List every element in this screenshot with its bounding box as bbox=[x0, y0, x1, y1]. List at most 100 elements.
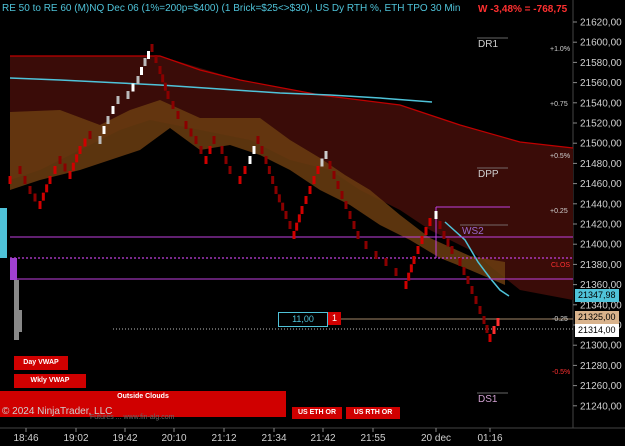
renko-brick bbox=[304, 196, 308, 204]
renko-brick bbox=[154, 55, 158, 63]
order-price-box[interactable]: 11,00 bbox=[278, 312, 328, 327]
renko-brick bbox=[33, 193, 37, 202]
renko-brick bbox=[300, 206, 304, 214]
renko-brick bbox=[106, 116, 110, 124]
renko-brick bbox=[161, 74, 165, 83]
renko-brick bbox=[409, 264, 413, 273]
renko-brick bbox=[199, 146, 203, 154]
renko-brick bbox=[136, 76, 140, 84]
price-tick-label: 21540,00 bbox=[580, 98, 622, 109]
renko-brick bbox=[320, 158, 324, 167]
renko-brick bbox=[126, 91, 130, 99]
renko-brick bbox=[147, 51, 150, 59]
pct-mark-6: -0.5% bbox=[552, 369, 571, 376]
renko-brick bbox=[450, 246, 454, 254]
renko-brick bbox=[267, 166, 271, 174]
renko-brick bbox=[312, 176, 316, 184]
renko-brick bbox=[428, 218, 432, 226]
renko-brick bbox=[28, 186, 32, 194]
renko-brick bbox=[220, 146, 224, 154]
renko-brick bbox=[470, 286, 474, 294]
renko-brick bbox=[171, 101, 175, 109]
renko-brick bbox=[407, 272, 411, 281]
renko-brick bbox=[478, 306, 482, 314]
volume-bar-cyan bbox=[0, 208, 7, 258]
renko-brick bbox=[328, 161, 332, 169]
price-axis-ticks: 21620,00 21600,00 21580,00 21560,00 21540,00… bbox=[573, 18, 622, 412]
renko-brick bbox=[297, 214, 301, 223]
price-tick-label: 21400,00 bbox=[580, 240, 622, 251]
renko-brick bbox=[384, 258, 388, 266]
renko-brick bbox=[336, 181, 340, 189]
renko-brick bbox=[68, 171, 72, 179]
renko-brick bbox=[271, 176, 275, 184]
time-label: 21:34 bbox=[261, 433, 286, 444]
renko-brick bbox=[412, 256, 416, 264]
renko-brick bbox=[248, 156, 252, 164]
renko-brick bbox=[150, 44, 154, 52]
renko-brick bbox=[394, 268, 398, 276]
renko-brick bbox=[41, 192, 45, 201]
pct-mark-1: +1.0% bbox=[550, 46, 571, 53]
renko-brick bbox=[252, 146, 256, 154]
price-tag-last: 21314,00 bbox=[575, 324, 619, 337]
renko-brick bbox=[264, 156, 268, 164]
renko-brick bbox=[281, 202, 285, 211]
renko-brick bbox=[75, 154, 79, 163]
renko-brick bbox=[348, 211, 352, 219]
renko-brick bbox=[356, 231, 360, 239]
volume-bar-grey-2 bbox=[19, 310, 22, 332]
renko-brick bbox=[208, 146, 212, 154]
price-tag-vwap: 21347,98 bbox=[575, 289, 619, 302]
renko-brick bbox=[442, 231, 446, 239]
renko-brick bbox=[38, 201, 42, 209]
renko-brick bbox=[23, 176, 27, 184]
renko-brick bbox=[71, 162, 75, 171]
price-tick-label: 21280,00 bbox=[580, 361, 622, 372]
renko-brick bbox=[98, 136, 102, 144]
footer-subtext: Futures ... www.fin-alg.com bbox=[90, 414, 175, 421]
price-tick-label: 21240,00 bbox=[580, 401, 622, 412]
renko-brick bbox=[63, 163, 67, 172]
renko-brick bbox=[288, 221, 292, 229]
renko-brick bbox=[295, 222, 299, 231]
level-ws2: WS2 bbox=[462, 226, 484, 237]
level-dr1: DR1 bbox=[478, 39, 499, 50]
price-tick-label: 21300,00 bbox=[580, 341, 622, 352]
chart-title: RE 50 to RE 60 (M)NQ Dec 06 (1%=200p=$40… bbox=[2, 3, 461, 14]
order-qty-box[interactable]: 1 bbox=[328, 312, 341, 325]
renko-brick bbox=[260, 146, 264, 154]
time-axis-labels: 18:46 19:02 19:42 20:10 21:12 21:34 21:42 21:55… bbox=[13, 428, 503, 444]
renko-brick bbox=[438, 221, 442, 229]
renko-brick bbox=[163, 82, 167, 91]
renko-brick bbox=[474, 296, 478, 304]
renko-brick bbox=[78, 146, 82, 154]
time-label: 20:10 bbox=[161, 433, 186, 444]
renko-brick bbox=[324, 151, 328, 159]
renko-brick bbox=[243, 166, 247, 174]
price-tick-label: 21600,00 bbox=[580, 38, 622, 49]
price-tick-label: 21580,00 bbox=[580, 58, 622, 69]
us-rth-or-box: US RTH OR bbox=[346, 407, 400, 419]
pct-mark-2: +0.75 bbox=[550, 101, 568, 108]
renko-brick bbox=[18, 166, 22, 174]
renko-brick bbox=[166, 91, 170, 99]
price-tick-label: 21380,00 bbox=[580, 260, 622, 271]
price-tick-label: 21560,00 bbox=[580, 78, 622, 89]
renko-brick bbox=[45, 184, 49, 193]
pct-mark-3: +0.5% bbox=[550, 153, 571, 160]
price-chart[interactable]: 21620,00 21600,00 21580,00 21560,00 21540,00… bbox=[0, 0, 625, 446]
renko-brick bbox=[131, 83, 135, 92]
renko-brick bbox=[292, 231, 296, 239]
renko-brick bbox=[374, 251, 378, 259]
renko-brick bbox=[224, 156, 228, 164]
price-tick-label: 21480,00 bbox=[580, 159, 622, 170]
renko-brick bbox=[364, 241, 368, 249]
renko-brick bbox=[458, 258, 462, 266]
renko-brick bbox=[446, 238, 450, 247]
renko-brick bbox=[238, 176, 242, 184]
renko-brick bbox=[48, 176, 52, 184]
renko-brick bbox=[83, 138, 87, 147]
price-tick-label: 21520,00 bbox=[580, 119, 622, 130]
renko-brick bbox=[284, 211, 288, 219]
